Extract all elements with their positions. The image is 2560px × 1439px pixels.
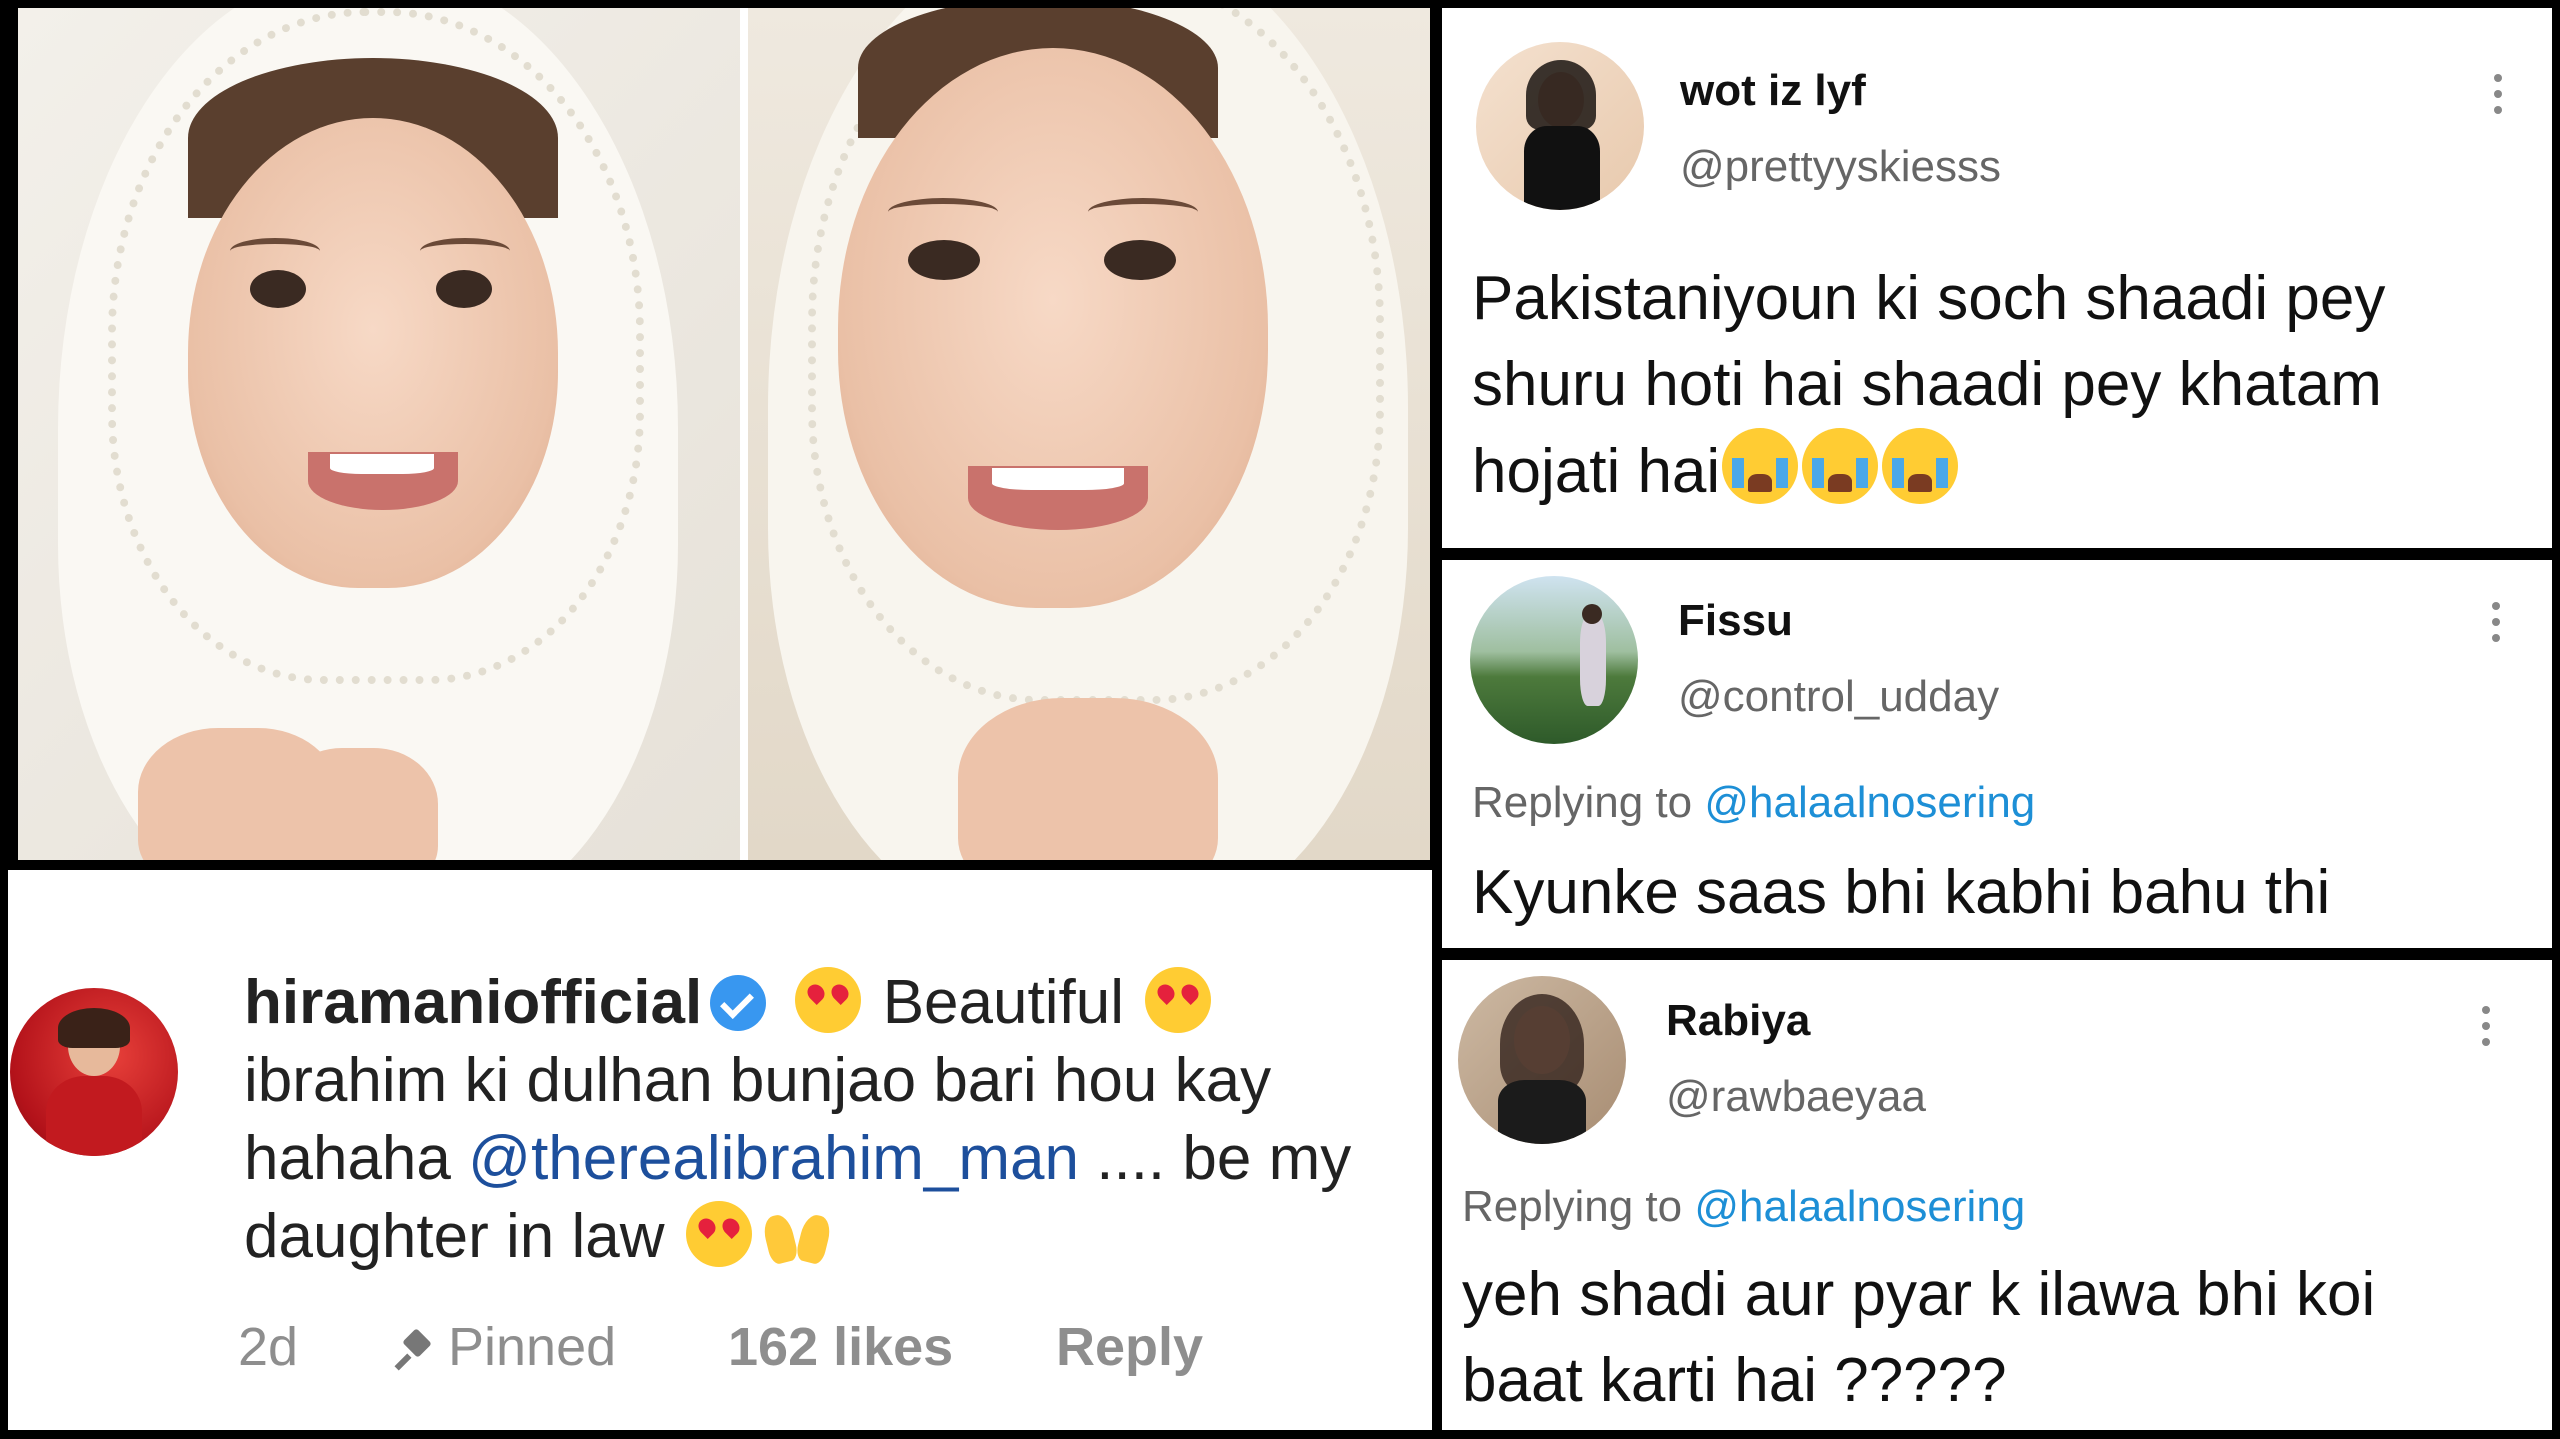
comment-text: hiramaniofficial Beautiful ibrahim ki du… [244,964,1404,1276]
tweet-author-name[interactable]: Rabiya [1666,996,1810,1046]
tweet-card: Fissu @control_udday Replying to @halaal… [1442,560,2552,948]
verified-badge-icon [710,975,767,1031]
pin-icon [396,1329,436,1369]
tweet-author-handle[interactable]: @control_udday [1678,672,1999,722]
tweet-card: wot iz lyf @prettyyskiesss Pakistaniyoun… [1442,8,2552,548]
tweet-text: Kyunke saas bhi kabhi bahu thi [1472,858,2331,927]
heart-eyes-emoji-icon [685,1201,752,1267]
more-options-icon[interactable] [2482,1006,2494,1054]
likes-count[interactable]: 162 likes [728,1316,953,1378]
replying-to: Replying to @halaalnosering [1472,778,2035,828]
tweet-text: yeh shadi aur pyar k ilawa bhi koi baat … [1462,1252,2542,1424]
loudly-crying-face-icon [1722,428,1799,504]
tweet-card: Rabiya @rawbaeyaa Replying to @halaalnos… [1442,960,2552,1430]
comment-time: 2d [238,1317,299,1377]
child-photo [18,8,740,860]
mention-link[interactable]: @therealibrahim_man [468,1124,1079,1193]
replying-to-label: Replying to [1472,778,1693,827]
tweet-text-line: yeh shadi aur pyar k ilawa bhi koi [1462,1260,2376,1329]
reply-mention-link[interactable]: @halaalnosering [1704,778,2035,827]
comment-part1: Beautiful [882,968,1124,1037]
tweet-author-handle[interactable]: @prettyyskiesss [1680,142,2001,192]
woman-photo [748,8,1430,860]
loudly-crying-face-icon [1802,428,1879,504]
avatar[interactable] [1458,976,1626,1144]
tweet-author-name[interactable]: Fissu [1678,596,1793,646]
avatar[interactable] [1476,42,1644,210]
more-options-icon[interactable] [2492,602,2504,650]
instagram-comment: hiramaniofficial Beautiful ibrahim ki du… [8,870,1432,1430]
avatar[interactable] [1470,576,1638,744]
replying-to-label: Replying to [1462,1182,1683,1231]
avatar[interactable] [10,988,178,1156]
reply-button[interactable]: Reply [1056,1316,1203,1378]
pinned-text: Pinned [448,1317,617,1377]
tweet-author-name[interactable]: wot iz lyf [1680,66,1866,116]
photo-collage [18,8,1430,860]
tweet-text: Pakistaniyoun ki soch shaadi pey shuru h… [1472,256,2532,515]
raising-hands-emoji-icon [762,1201,832,1267]
pinned-label: Pinned [396,1316,616,1378]
loudly-crying-face-icon [1882,428,1959,504]
heart-eyes-emoji-icon [1145,967,1212,1033]
tweet-text-line: baat karti hai ????? [1462,1346,2007,1415]
more-options-icon[interactable] [2494,74,2506,122]
photo-divider [740,8,748,860]
replying-to: Replying to @halaalnosering [1462,1182,2025,1232]
reply-mention-link[interactable]: @halaalnosering [1694,1182,2025,1231]
tweet-author-handle[interactable]: @rawbaeyaa [1666,1072,1926,1122]
heart-eyes-emoji-icon [795,967,862,1033]
username[interactable]: hiramaniofficial [244,968,702,1037]
